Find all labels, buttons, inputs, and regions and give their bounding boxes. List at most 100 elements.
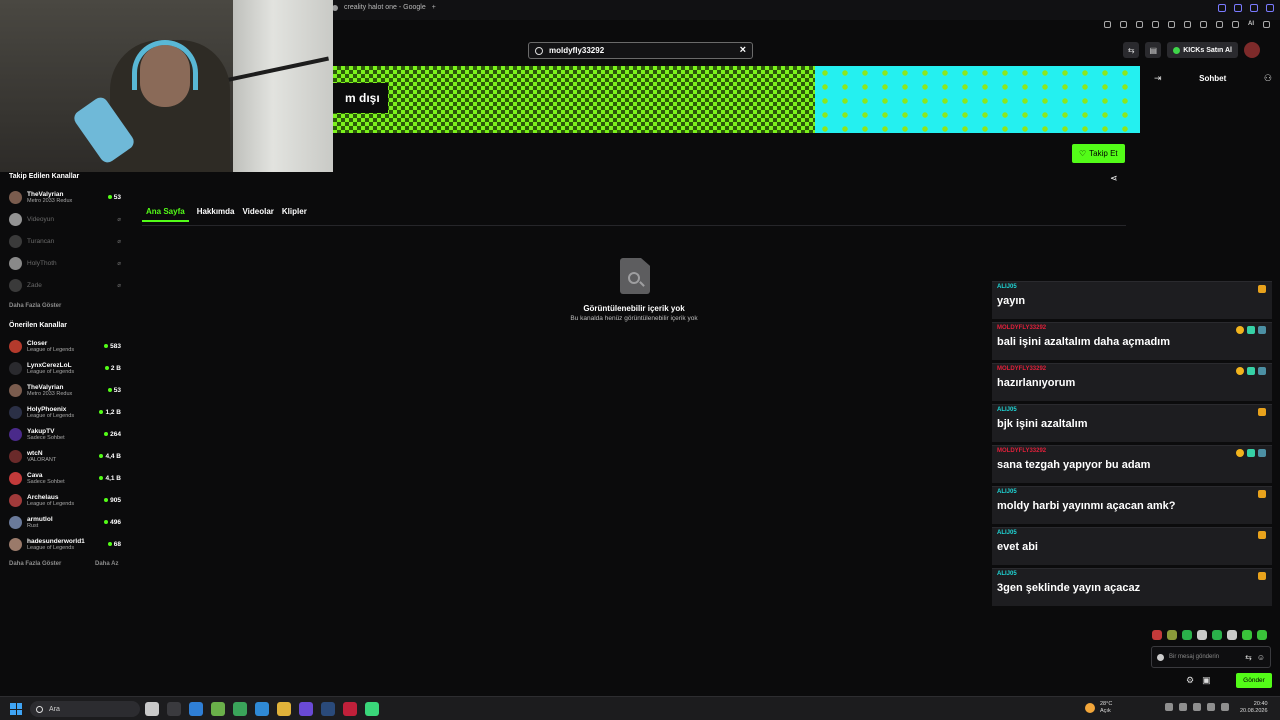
recommended-channel[interactable]: HolyPhoenix League of Legends 1,2 B bbox=[9, 402, 121, 422]
emote-icon[interactable] bbox=[1212, 630, 1222, 640]
search-bar[interactable]: × bbox=[528, 42, 753, 59]
recommended-channel[interactable]: LynxCerezLoL League of Legends 2 B bbox=[9, 358, 121, 378]
recommended-channel[interactable]: armutlol Rust 496 bbox=[9, 512, 121, 532]
start-windows-icon[interactable] bbox=[10, 703, 22, 715]
chat-message[interactable]: ALIJ05 yayın bbox=[992, 281, 1272, 319]
translate-icon[interactable]: ⇆ bbox=[1245, 653, 1252, 662]
tray-app-icon[interactable] bbox=[1193, 703, 1201, 711]
chat-message[interactable]: ALIJ05 bjk işini azaltalım bbox=[992, 404, 1272, 442]
taskbar-search[interactable]: Ara bbox=[30, 701, 140, 717]
new-tab-icon[interactable]: + bbox=[432, 4, 436, 11]
maximize-icon[interactable] bbox=[1250, 4, 1258, 12]
visibility-icon[interactable] bbox=[1157, 653, 1164, 661]
image-icon[interactable]: ▣ bbox=[1202, 675, 1211, 686]
chrome-icon[interactable] bbox=[233, 702, 247, 716]
collapse-chat-icon[interactable]: ⇥ bbox=[1154, 73, 1162, 84]
tray-chevron-icon[interactable] bbox=[1165, 703, 1173, 711]
recommended-show-more[interactable]: Daha Fazla Göster bbox=[9, 561, 61, 567]
ai-button[interactable]: AI bbox=[1248, 21, 1254, 28]
chat-username[interactable]: ALIJ05 bbox=[997, 284, 1267, 290]
clock[interactable]: 20:40 20.08.2026 bbox=[1240, 701, 1268, 715]
layout-toggle-icon[interactable]: ▤ bbox=[1145, 42, 1162, 58]
emote-icon[interactable] bbox=[1182, 630, 1192, 640]
emoji-icon[interactable]: ☺ bbox=[1257, 653, 1265, 662]
edge-icon[interactable] bbox=[255, 702, 269, 716]
chat-input-field[interactable]: Bir mesaj gönderin ⇆ ☺ bbox=[1151, 646, 1271, 668]
emote-icon[interactable] bbox=[1242, 630, 1252, 640]
emote-icon[interactable] bbox=[1152, 630, 1162, 640]
opera-icon[interactable] bbox=[343, 702, 357, 716]
chat-username[interactable]: MOLDYFLY33292 bbox=[997, 448, 1267, 454]
extension-icon[interactable] bbox=[1184, 21, 1191, 28]
tab-about[interactable]: Hakkımda bbox=[197, 207, 235, 222]
chat-message[interactable]: MOLDYFLY33292 bali işini azaltalım daha a… bbox=[992, 322, 1272, 360]
chat-username[interactable]: MOLDYFLY33292 bbox=[997, 366, 1267, 372]
close-window-icon[interactable] bbox=[1266, 4, 1274, 12]
kick-icon[interactable] bbox=[365, 702, 379, 716]
chat-users-icon[interactable]: ⚇ bbox=[1264, 73, 1272, 84]
extensions-puzzle-icon[interactable] bbox=[1216, 21, 1223, 28]
weather-widget[interactable]: 28°C Açık bbox=[1085, 701, 1112, 714]
browser-tab[interactable]: creality halot one - Google + bbox=[332, 4, 436, 11]
app-icon[interactable] bbox=[211, 702, 225, 716]
menu-icon[interactable] bbox=[1263, 21, 1270, 28]
chat-message[interactable]: MOLDYFLY33292 hazırlanıyorum bbox=[992, 363, 1272, 401]
chat-message[interactable]: ALIJ05 moldy harbi yayınmı açacan amk? bbox=[992, 486, 1272, 524]
chat-username[interactable]: ALIJ05 bbox=[997, 571, 1267, 577]
discord-icon[interactable] bbox=[299, 702, 313, 716]
shield-icon[interactable] bbox=[1136, 21, 1143, 28]
tab-home[interactable]: Ana Sayfa bbox=[142, 207, 189, 222]
minimize-icon[interactable] bbox=[1234, 4, 1242, 12]
recommended-channel[interactable]: wtcN VALORANT 4,4 B bbox=[9, 446, 121, 466]
heart-icon[interactable] bbox=[1168, 21, 1175, 28]
translate-icon[interactable]: ⇆ bbox=[1123, 42, 1140, 58]
chat-message[interactable]: MOLDYFLY33292 sana tezgah yapıyor bu adam bbox=[992, 445, 1272, 483]
terminal-icon[interactable] bbox=[167, 702, 181, 716]
chat-message[interactable]: ALIJ05 evet abi bbox=[992, 527, 1272, 565]
vscode-icon[interactable] bbox=[189, 702, 203, 716]
send-button[interactable]: Gönder bbox=[1236, 673, 1272, 688]
recommended-show-less[interactable]: Daha Az bbox=[95, 561, 118, 567]
chat-username[interactable]: MOLDYFLY33292 bbox=[997, 325, 1267, 331]
task-view-icon[interactable] bbox=[145, 702, 159, 716]
followed-channel[interactable]: HolyThoth ⌀ bbox=[9, 253, 121, 273]
recommended-channel[interactable]: Closer League of Legends 583 bbox=[9, 336, 121, 356]
kicks-buy-button[interactable]: KICKs Satın Al bbox=[1167, 42, 1238, 58]
folder-icon[interactable] bbox=[277, 702, 291, 716]
emote-icon[interactable] bbox=[1197, 630, 1207, 640]
user-avatar[interactable] bbox=[1244, 42, 1260, 58]
chat-message[interactable]: ALIJ05 3gen şeklinde yayın açacaz bbox=[992, 568, 1272, 606]
share-icon[interactable]: ⋖ bbox=[1110, 173, 1118, 184]
volume-icon[interactable] bbox=[1221, 703, 1229, 711]
search-tab-icon[interactable] bbox=[1218, 4, 1226, 12]
chat-username[interactable]: ALIJ05 bbox=[997, 530, 1267, 536]
steam-icon[interactable] bbox=[321, 702, 335, 716]
recommended-channel[interactable]: hadesunderworld1 League of Legends 68 bbox=[9, 534, 121, 554]
tab-videos[interactable]: Videolar bbox=[242, 207, 273, 222]
translate-icon[interactable] bbox=[1232, 21, 1239, 28]
recommended-channel[interactable]: YakupTV Sadece Sohbet 264 bbox=[9, 424, 121, 444]
gear-icon[interactable]: ⚙ bbox=[1186, 675, 1194, 686]
followed-channel[interactable]: Videoyun ⌀ bbox=[9, 209, 121, 229]
followed-channel[interactable]: Turancan ⌀ bbox=[9, 231, 121, 251]
recommended-channel[interactable]: Archelaus League of Legends 905 bbox=[9, 490, 121, 510]
search-input[interactable] bbox=[549, 46, 734, 55]
followed-channel[interactable]: Zade ⌀ bbox=[9, 275, 121, 295]
followed-channel[interactable]: TheValyrian Metro 2033 Redux 53 bbox=[9, 187, 121, 207]
chat-username[interactable]: ALIJ05 bbox=[997, 489, 1267, 495]
recommended-channel[interactable]: TheValyrian Metro 2033 Redux 53 bbox=[9, 380, 121, 400]
clear-search-icon[interactable]: × bbox=[740, 45, 746, 56]
network-icon[interactable] bbox=[1207, 703, 1215, 711]
emote-icon[interactable] bbox=[1227, 630, 1237, 640]
extension-icon[interactable] bbox=[1104, 21, 1111, 28]
follow-button[interactable]: ♡ Takip Et bbox=[1072, 144, 1125, 163]
emote-icon[interactable] bbox=[1167, 630, 1177, 640]
chat-username[interactable]: ALIJ05 bbox=[997, 407, 1267, 413]
bookmark-icon[interactable] bbox=[1152, 21, 1159, 28]
download-icon[interactable] bbox=[1200, 21, 1207, 28]
recommended-channel[interactable]: Cava Sadece Sohbet 4,1 B bbox=[9, 468, 121, 488]
extension-icon[interactable] bbox=[1120, 21, 1127, 28]
followed-show-more[interactable]: Daha Fazla Göster bbox=[9, 303, 61, 309]
tab-clips[interactable]: Klipler bbox=[282, 207, 307, 222]
emote-icon[interactable] bbox=[1257, 630, 1267, 640]
